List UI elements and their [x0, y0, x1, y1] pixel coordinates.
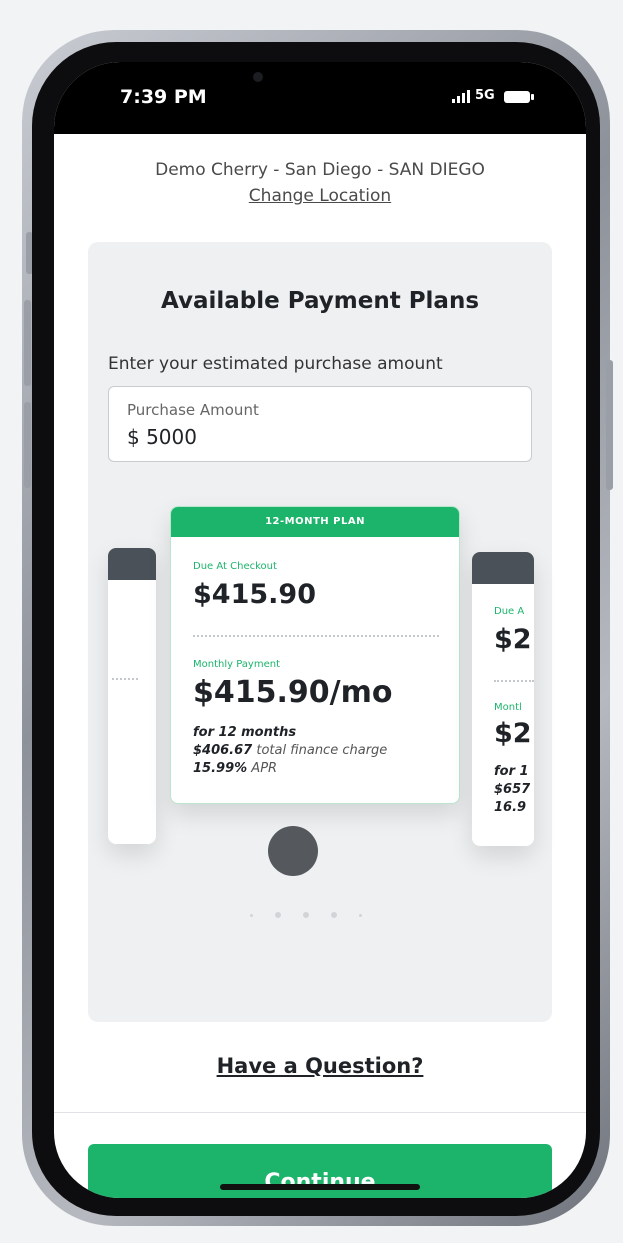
apr-line: 15.99% APR	[193, 761, 277, 776]
plan-card-header: 12-MONTH PLAN	[171, 507, 459, 537]
next-apr-value: 16.9	[494, 800, 527, 815]
power-button	[606, 360, 613, 490]
plan-term-text: for 12 months	[193, 725, 297, 740]
previous-plan-card[interactable]	[108, 548, 156, 844]
next-plan-card[interactable]: Due A $2 Montl $2 for 1 $657 16.9	[472, 552, 534, 846]
apr-text: APR	[251, 761, 278, 776]
have-a-question-link[interactable]: Have a Question?	[54, 1054, 586, 1078]
next-finance-value: $657	[494, 782, 531, 797]
footer-divider	[54, 1112, 586, 1113]
next-due-amount: $2	[494, 624, 532, 655]
status-bar: 7:39 PM 5G	[54, 62, 586, 134]
card-divider	[193, 635, 439, 637]
plan-card-header	[472, 552, 534, 584]
page-dot[interactable]	[250, 913, 253, 917]
next-term-text: for 1	[494, 764, 529, 779]
monthly-payment-amount: $415.90/mo	[193, 675, 393, 710]
payment-plans-panel: Available Payment Plans Enter your estim…	[88, 242, 552, 1022]
purchase-amount-field[interactable]: Purchase Amount $ 5000	[108, 386, 532, 462]
card-divider	[112, 678, 138, 680]
purchase-amount-prompt: Enter your estimated purchase amount	[108, 354, 443, 374]
next-monthly-amount: $2	[494, 718, 532, 749]
home-indicator	[220, 1184, 420, 1190]
plan-term: for 12 months	[193, 725, 296, 740]
next-monthly-label: Montl	[494, 702, 522, 713]
card-divider	[494, 680, 534, 682]
next-apr: 16.9	[494, 800, 526, 815]
app-screen: 7:39 PM 5G Demo Cherry - San Diego - SAN…	[54, 62, 586, 1198]
volume-up-button	[24, 300, 31, 386]
signal-indicator: 5G	[452, 88, 534, 103]
clock: 7:39 PM	[120, 86, 207, 108]
front-camera	[253, 72, 263, 82]
monthly-payment-label: Monthly Payment	[193, 659, 280, 670]
page-dot[interactable]	[275, 912, 281, 918]
apr-value: 15.99%	[193, 761, 248, 776]
next-due-label: Due A	[494, 606, 525, 617]
finance-charge-text: total finance charge	[256, 743, 388, 758]
next-term: for 1	[494, 764, 529, 779]
carousel-pagination	[250, 912, 362, 918]
due-at-checkout-label: Due At Checkout	[193, 561, 277, 572]
panel-title: Available Payment Plans	[160, 288, 480, 314]
due-at-checkout-amount: $415.90	[193, 579, 316, 610]
finance-charge: $406.67 total finance charge	[193, 743, 387, 758]
plan-card-12-month[interactable]: 12-MONTH PLAN Due At Checkout $415.90 Mo…	[170, 506, 460, 804]
purchase-amount-value[interactable]: $ 5000	[127, 425, 197, 449]
battery-icon	[503, 91, 534, 103]
page-dot[interactable]	[303, 912, 309, 918]
page-dot[interactable]	[331, 912, 337, 918]
volume-down-button	[24, 402, 31, 488]
signal-bars-icon	[452, 90, 470, 103]
network-label: 5G	[475, 88, 495, 103]
next-finance: $657	[494, 782, 530, 797]
change-location-link[interactable]: Change Location	[54, 186, 586, 206]
plan-card-header	[108, 548, 156, 580]
location-name: Demo Cherry - San Diego - SAN DIEGO	[155, 160, 485, 180]
carousel-drag-handle[interactable]	[268, 826, 318, 876]
page-dot[interactable]	[359, 913, 362, 917]
finance-charge-value: $406.67	[193, 743, 253, 758]
purchase-amount-label: Purchase Amount	[127, 401, 259, 419]
